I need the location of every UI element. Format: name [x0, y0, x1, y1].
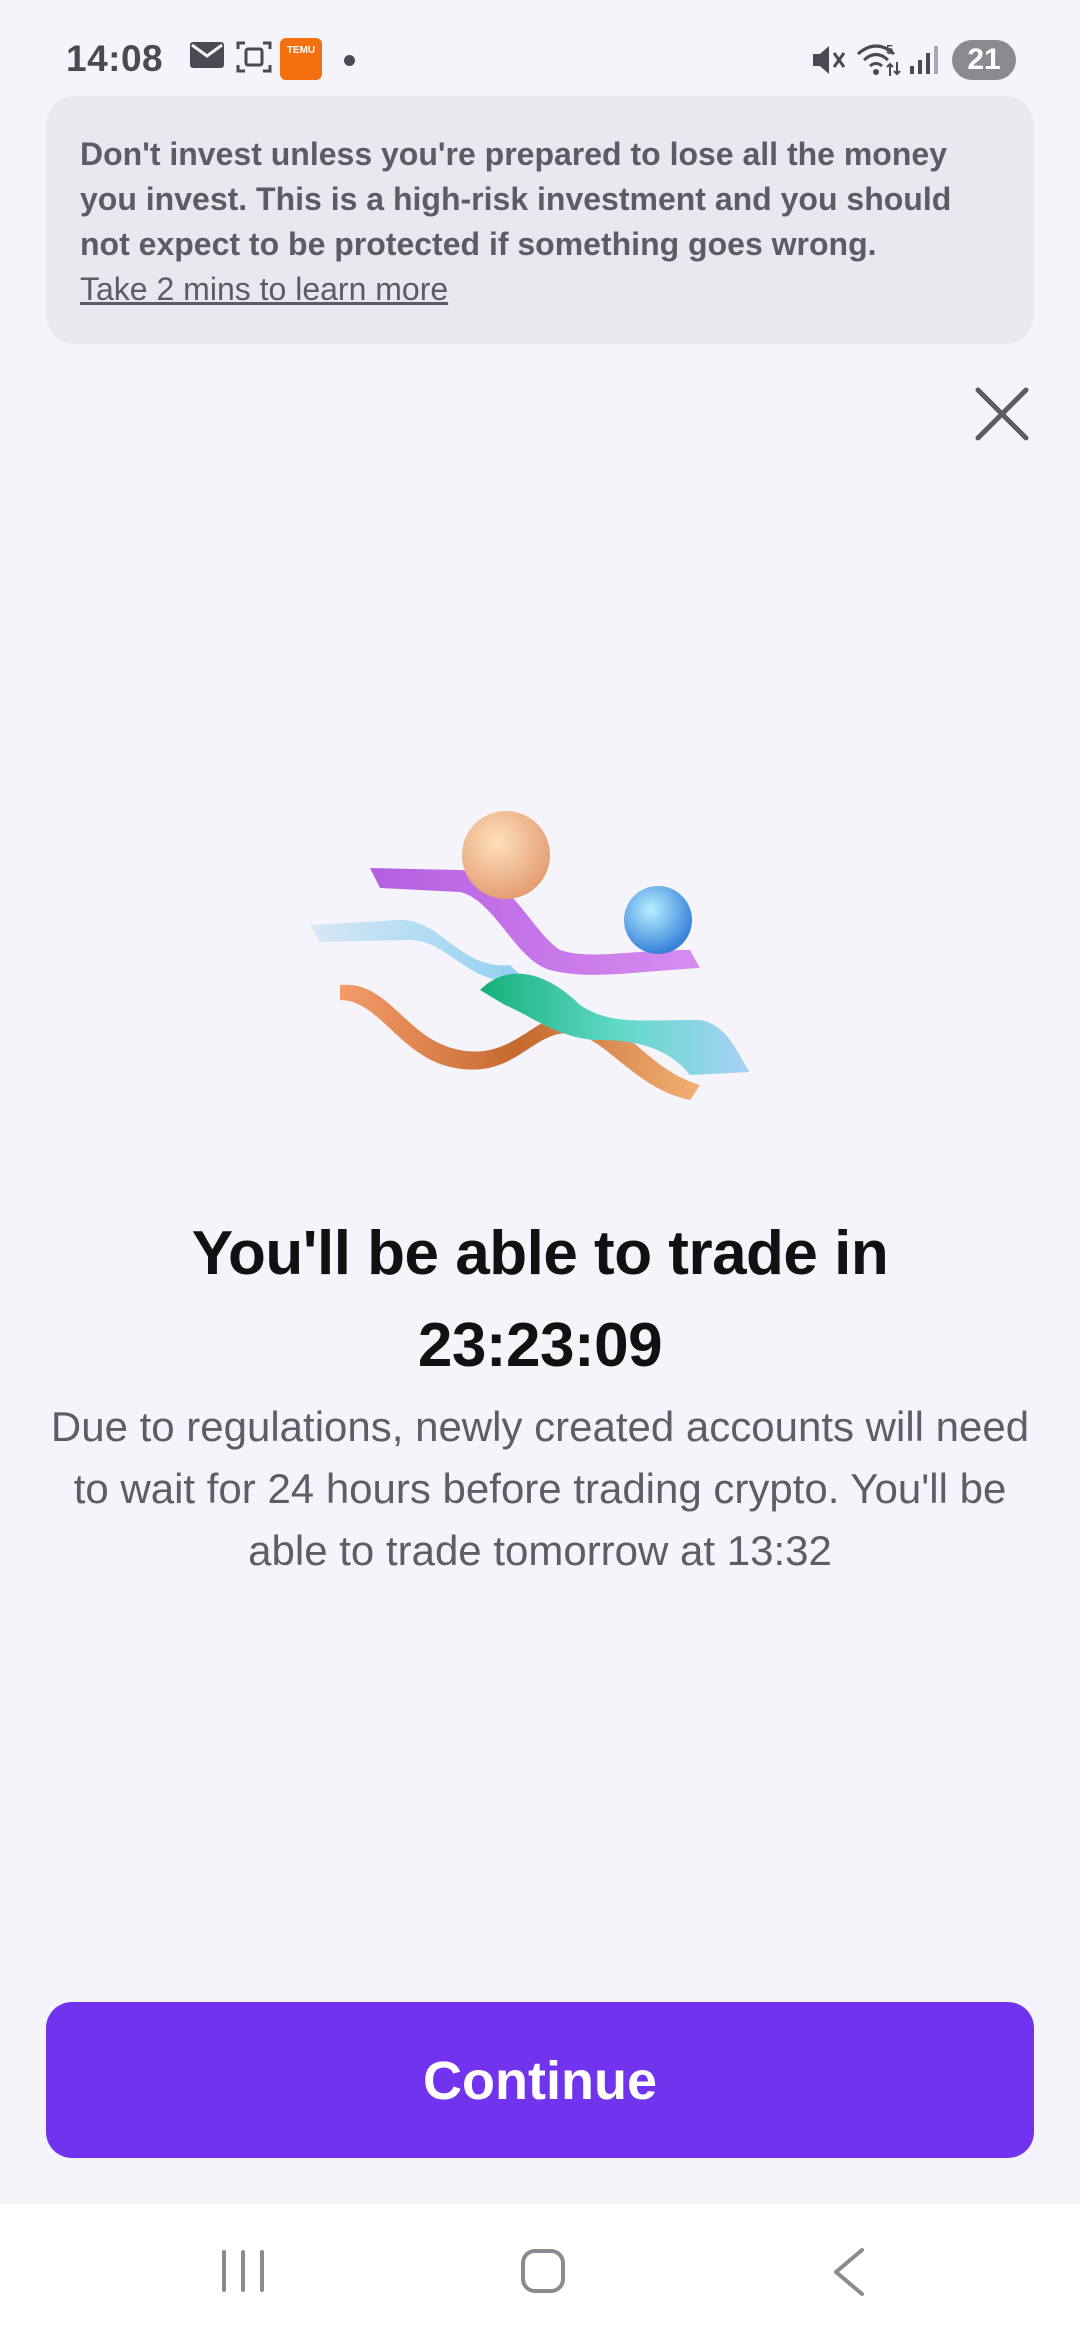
risk-warning-banner: Don't invest unless you're prepared to l…	[46, 96, 1034, 344]
back-icon[interactable]	[826, 2244, 872, 2300]
countdown-timer: 23:23:09	[417, 1311, 663, 1380]
home-icon[interactable]	[518, 2246, 568, 2296]
mail-icon	[190, 42, 224, 68]
learn-more-link[interactable]: Take 2 mins to learn more	[80, 267, 1000, 312]
screenshot-icon	[236, 41, 272, 73]
page-title: You'll be able to trade in 23:23:09	[0, 1208, 1080, 1392]
temu-label: TEMU	[286, 45, 316, 56]
battery-badge: 21	[952, 40, 1016, 80]
signal-icon	[910, 46, 938, 74]
status-bar: 14:08 TEMU 5 21	[0, 0, 1080, 96]
close-button[interactable]	[968, 380, 1036, 448]
system-nav-bar	[0, 2204, 1080, 2340]
trading-illustration	[310, 811, 750, 1100]
status-time: 14:08	[66, 38, 164, 79]
risk-warning-text: Don't invest unless you're prepared to l…	[80, 136, 952, 262]
mute-icon	[813, 46, 846, 74]
title-text: You'll be able to trade in	[191, 1219, 889, 1288]
recents-icon[interactable]	[218, 2246, 268, 2296]
continue-button[interactable]: Continue	[46, 2002, 1034, 2158]
wifi-icon: 5	[857, 42, 901, 76]
dot-icon	[344, 55, 355, 66]
close-icon	[975, 387, 1029, 441]
svg-text:5: 5	[886, 42, 893, 57]
description-text: Due to regulations, newly created accoun…	[50, 1403, 1030, 1574]
temu-icon: TEMU	[280, 38, 322, 80]
